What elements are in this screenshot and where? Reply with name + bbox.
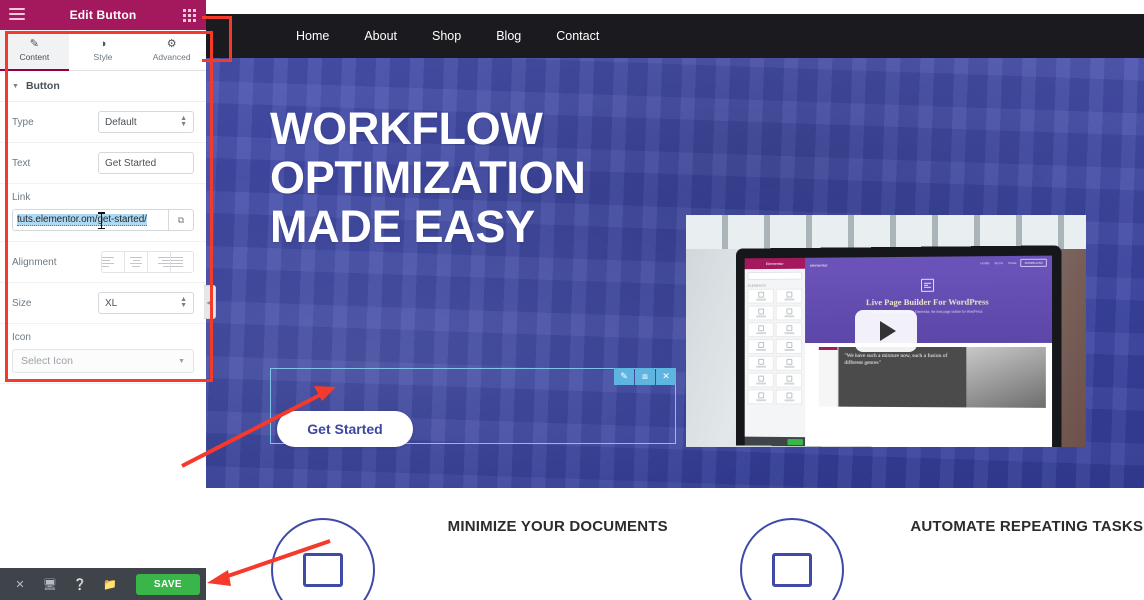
annotation-arrows (181, 386, 336, 586)
arrow-to-save-button (207, 539, 331, 586)
elementor-editor-screen: Home About Shop Blog Contact WORKFLOW OP… (0, 0, 1144, 600)
arrow-to-get-started-button (181, 386, 336, 468)
